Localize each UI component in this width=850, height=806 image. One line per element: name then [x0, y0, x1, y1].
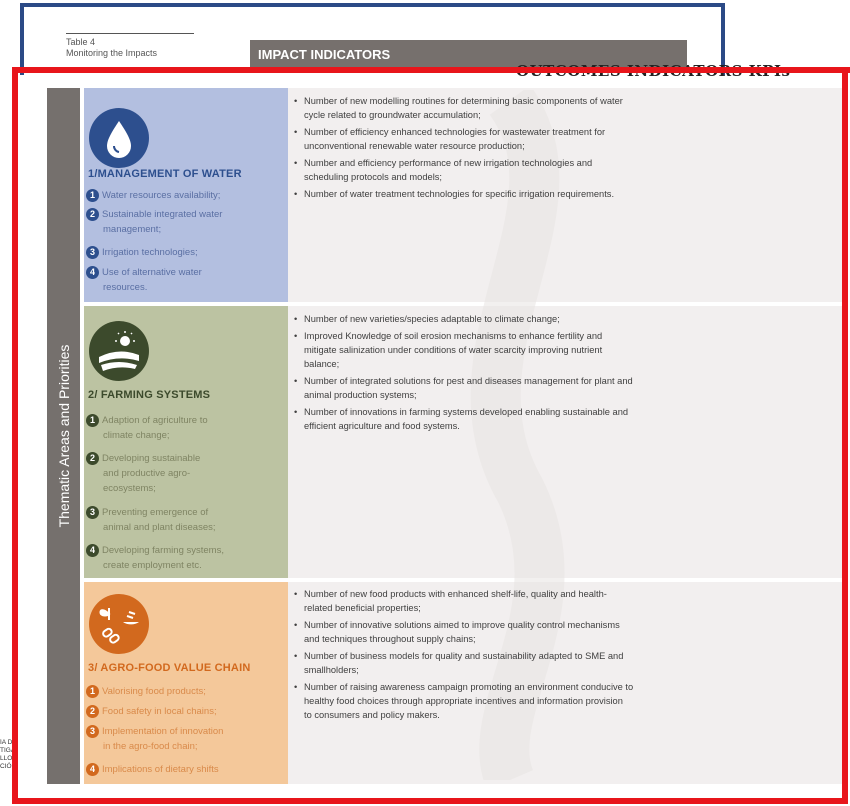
table-title: Monitoring the Impacts	[66, 48, 158, 58]
priority-item: 1 Water resources availability;	[86, 188, 220, 203]
indicator-item: Number of innovations in farming systems…	[292, 405, 742, 433]
area-title-agrofood: 3/ AGRO-FOOD VALUE CHAIN	[88, 662, 251, 674]
red-frame-top-edge	[12, 67, 850, 73]
farm-field-icon	[89, 321, 149, 381]
food-chain-icon	[89, 594, 149, 654]
priority-item: 3 Preventing emergence of animal and plan…	[86, 505, 216, 535]
priority-item: 4 Developing farming systems, create empl…	[86, 543, 224, 573]
priority-item: 1 Valorising food products;	[86, 684, 206, 699]
priority-item: 2 Developing sustainable and productive a…	[86, 451, 200, 496]
indicator-item: Number of efficiency enhanced technologi…	[292, 125, 742, 153]
caption-rule	[66, 33, 194, 34]
indicator-item: Improved Knowledge of soil erosion mecha…	[292, 329, 742, 371]
indicator-list-agrofood: Number of new food products with enhance…	[292, 587, 742, 725]
priority-item: 4 Implications of dietary shifts	[86, 762, 219, 777]
indicator-item: Number of new varieties/species adaptabl…	[292, 312, 742, 326]
indicator-list-farming: Number of new varieties/species adaptabl…	[292, 312, 742, 436]
priority-item: 4 Use of alternative water resources.	[86, 265, 202, 295]
indicator-item: Number of integrated solutions for pest …	[292, 374, 742, 402]
priority-item: 1 Adaption of agriculture to climate chan…	[86, 413, 208, 443]
indicator-item: Number of raising awareness campaign pro…	[292, 680, 742, 722]
indicator-item: Number of new modelling routines for det…	[292, 94, 742, 122]
table-caption: Table 4 Monitoring the Impacts	[66, 37, 157, 59]
indicator-item: Number of water treatment technologies f…	[292, 187, 742, 201]
priority-item: 3 Irrigation technologies;	[86, 245, 198, 260]
priority-item: 3 Implementation of innovation in the agr…	[86, 724, 223, 754]
indicator-item: Number of business models for quality an…	[292, 649, 742, 677]
left-edge-text: ÍA D TIGA LLO CIÓ	[0, 739, 14, 770]
sidebar-label: Thematic Areas and Priorities	[55, 344, 72, 528]
priority-item: 2 Food safety in local chains;	[86, 704, 217, 719]
priority-item: 2 Sustainable integrated water management…	[86, 207, 222, 237]
indicator-item: Number of innovative solutions aimed to …	[292, 618, 742, 646]
indicator-list-water: Number of new modelling routines for det…	[292, 94, 742, 204]
table-number: Table 4	[66, 37, 96, 47]
area-title-water: 1/MANAGEMENT OF WATER	[88, 168, 242, 180]
indicator-item: Number and efficiency performance of new…	[292, 156, 742, 184]
indicator-item: Number of new food products with enhance…	[292, 587, 742, 615]
area-title-farming: 2/ FARMING SYSTEMS	[88, 389, 211, 401]
water-drop-icon	[89, 108, 149, 168]
